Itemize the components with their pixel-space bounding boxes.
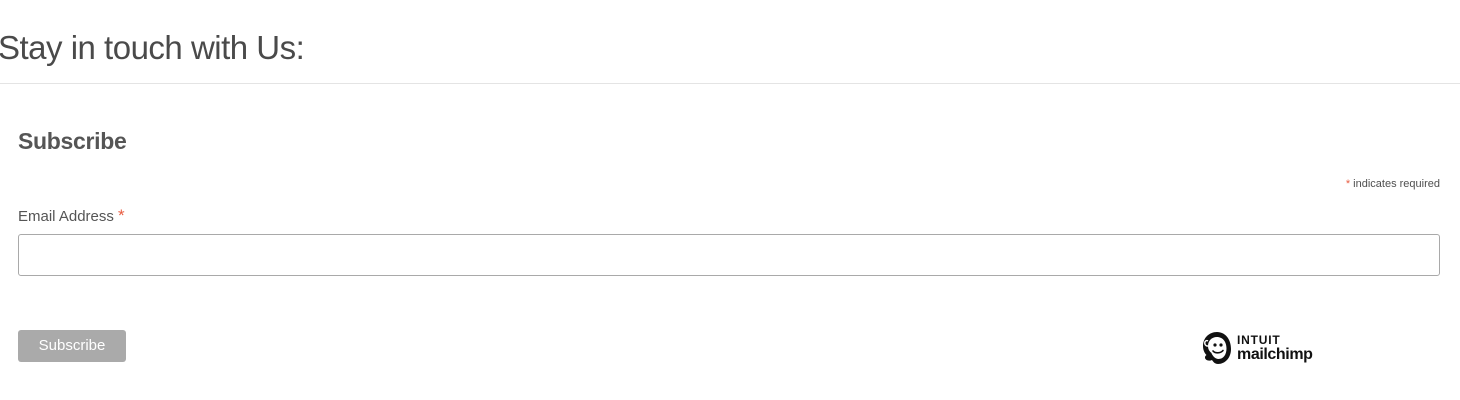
section-heading: Stay in touch with Us: <box>0 29 305 66</box>
subscribe-button[interactable]: Subscribe <box>18 330 126 362</box>
required-note-text: indicates required <box>1353 178 1440 190</box>
email-field[interactable] <box>18 234 1440 276</box>
required-indicator-note: * indicates required <box>1346 177 1440 191</box>
form-title: Subscribe <box>18 128 127 154</box>
mailchimp-wordmark: INTUIT mailchimp <box>1237 334 1313 363</box>
email-required-asterisk: * <box>118 206 125 225</box>
email-label-text: Email Address <box>18 208 114 225</box>
mailchimp-referral-badge[interactable]: INTUIT mailchimp <box>1200 330 1313 366</box>
email-label: Email Address * <box>18 206 125 227</box>
mailchimp-freddie-icon <box>1203 332 1231 364</box>
divider <box>0 83 1460 84</box>
badge-brand-mailchimp: mailchimp <box>1237 345 1313 363</box>
required-asterisk: * <box>1345 178 1351 190</box>
badge-brand-intuit: INTUIT <box>1237 332 1281 347</box>
